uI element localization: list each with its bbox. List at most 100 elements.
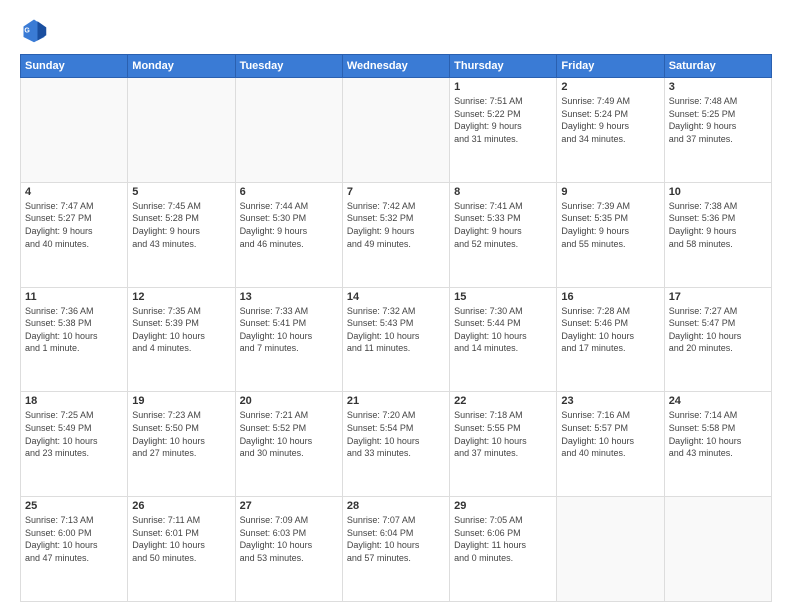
day-number: 10 [669,186,767,198]
day-info: Sunrise: 7:27 AM Sunset: 5:47 PM Dayligh… [669,305,767,355]
calendar-table: SundayMondayTuesdayWednesdayThursdayFrid… [20,54,772,602]
day-number: 6 [240,186,338,198]
day-number: 17 [669,291,767,303]
calendar-cell: 7 Sunrise: 7:42 AM Sunset: 5:32 PM Daylig… [342,182,449,287]
day-info: Sunrise: 7:09 AM Sunset: 6:03 PM Dayligh… [240,514,338,564]
day-info: Sunrise: 7:41 AM Sunset: 5:33 PM Dayligh… [454,200,552,250]
calendar-cell: 17 Sunrise: 7:27 AM Sunset: 5:47 PM Dayli… [664,287,771,392]
day-number: 11 [25,291,123,303]
day-number: 20 [240,395,338,407]
header: G [20,16,772,44]
day-number: 1 [454,81,552,93]
calendar-cell [21,78,128,183]
day-number: 7 [347,186,445,198]
calendar-header-row: SundayMondayTuesdayWednesdayThursdayFrid… [21,55,772,78]
day-info: Sunrise: 7:42 AM Sunset: 5:32 PM Dayligh… [347,200,445,250]
day-number: 27 [240,500,338,512]
day-number: 8 [454,186,552,198]
day-number: 12 [132,291,230,303]
day-number: 15 [454,291,552,303]
day-number: 3 [669,81,767,93]
day-number: 16 [561,291,659,303]
calendar-cell: 20Sunrise: 7:21 AM Sunset: 5:52 PM Dayli… [235,392,342,497]
day-number: 28 [347,500,445,512]
calendar-header-sunday: Sunday [21,55,128,78]
day-info: Sunrise: 7:05 AM Sunset: 6:06 PM Dayligh… [454,514,552,564]
day-info: Sunrise: 7:48 AM Sunset: 5:25 PM Dayligh… [669,95,767,145]
day-info: Sunrise: 7:30 AM Sunset: 5:44 PM Dayligh… [454,305,552,355]
calendar-cell: 29Sunrise: 7:05 AM Sunset: 6:06 PM Dayli… [450,497,557,602]
day-number: 13 [240,291,338,303]
day-number: 26 [132,500,230,512]
week-row-4: 18Sunrise: 7:25 AM Sunset: 5:49 PM Dayli… [21,392,772,497]
day-info: Sunrise: 7:13 AM Sunset: 6:00 PM Dayligh… [25,514,123,564]
day-info: Sunrise: 7:14 AM Sunset: 5:58 PM Dayligh… [669,409,767,459]
calendar-cell: 12 Sunrise: 7:35 AM Sunset: 5:39 PM Dayli… [128,287,235,392]
day-number: 9 [561,186,659,198]
week-row-1: 1 Sunrise: 7:51 AM Sunset: 5:22 PM Daylig… [21,78,772,183]
day-info: Sunrise: 7:45 AM Sunset: 5:28 PM Dayligh… [132,200,230,250]
calendar-cell: 28 Sunrise: 7:07 AM Sunset: 6:04 PM Dayli… [342,497,449,602]
calendar-cell [128,78,235,183]
day-number: 4 [25,186,123,198]
calendar-cell: 14Sunrise: 7:32 AM Sunset: 5:43 PM Dayli… [342,287,449,392]
calendar-cell: 21 Sunrise: 7:20 AM Sunset: 5:54 PM Dayli… [342,392,449,497]
week-row-5: 25 Sunrise: 7:13 AM Sunset: 6:00 PM Dayli… [21,497,772,602]
day-info: Sunrise: 7:11 AM Sunset: 6:01 PM Dayligh… [132,514,230,564]
calendar-cell [342,78,449,183]
calendar-cell: 4 Sunrise: 7:47 AM Sunset: 5:27 PM Daylig… [21,182,128,287]
day-info: Sunrise: 7:35 AM Sunset: 5:39 PM Dayligh… [132,305,230,355]
calendar-cell: 27 Sunrise: 7:09 AM Sunset: 6:03 PM Dayli… [235,497,342,602]
day-number: 19 [132,395,230,407]
page: G SundayMondayTuesdayWednesdayThursdayFr… [0,0,792,612]
calendar-cell: 2 Sunrise: 7:49 AM Sunset: 5:24 PM Daylig… [557,78,664,183]
day-number: 23 [561,395,659,407]
day-number: 21 [347,395,445,407]
svg-text:G: G [24,28,30,35]
day-number: 25 [25,500,123,512]
day-number: 24 [669,395,767,407]
day-info: Sunrise: 7:07 AM Sunset: 6:04 PM Dayligh… [347,514,445,564]
week-row-3: 11Sunrise: 7:36 AM Sunset: 5:38 PM Dayli… [21,287,772,392]
day-info: Sunrise: 7:32 AM Sunset: 5:43 PM Dayligh… [347,305,445,355]
day-info: Sunrise: 7:49 AM Sunset: 5:24 PM Dayligh… [561,95,659,145]
day-number: 22 [454,395,552,407]
logo: G [20,16,52,44]
day-info: Sunrise: 7:23 AM Sunset: 5:50 PM Dayligh… [132,409,230,459]
day-info: Sunrise: 7:28 AM Sunset: 5:46 PM Dayligh… [561,305,659,355]
calendar-cell: 16 Sunrise: 7:28 AM Sunset: 5:46 PM Dayli… [557,287,664,392]
calendar-cell: 8 Sunrise: 7:41 AM Sunset: 5:33 PM Daylig… [450,182,557,287]
day-info: Sunrise: 7:16 AM Sunset: 5:57 PM Dayligh… [561,409,659,459]
calendar-header-friday: Friday [557,55,664,78]
calendar-cell: 23 Sunrise: 7:16 AM Sunset: 5:57 PM Dayli… [557,392,664,497]
day-info: Sunrise: 7:18 AM Sunset: 5:55 PM Dayligh… [454,409,552,459]
calendar-cell [235,78,342,183]
calendar-header-saturday: Saturday [664,55,771,78]
day-number: 5 [132,186,230,198]
calendar-cell: 1 Sunrise: 7:51 AM Sunset: 5:22 PM Daylig… [450,78,557,183]
day-info: Sunrise: 7:25 AM Sunset: 5:49 PM Dayligh… [25,409,123,459]
day-info: Sunrise: 7:20 AM Sunset: 5:54 PM Dayligh… [347,409,445,459]
day-info: Sunrise: 7:39 AM Sunset: 5:35 PM Dayligh… [561,200,659,250]
day-info: Sunrise: 7:33 AM Sunset: 5:41 PM Dayligh… [240,305,338,355]
calendar-cell: 5 Sunrise: 7:45 AM Sunset: 5:28 PM Daylig… [128,182,235,287]
calendar-cell: 25 Sunrise: 7:13 AM Sunset: 6:00 PM Dayli… [21,497,128,602]
calendar-cell: 19 Sunrise: 7:23 AM Sunset: 5:50 PM Dayli… [128,392,235,497]
week-row-2: 4 Sunrise: 7:47 AM Sunset: 5:27 PM Daylig… [21,182,772,287]
day-info: Sunrise: 7:44 AM Sunset: 5:30 PM Dayligh… [240,200,338,250]
calendar-cell: 15 Sunrise: 7:30 AM Sunset: 5:44 PM Dayli… [450,287,557,392]
calendar-cell: 10Sunrise: 7:38 AM Sunset: 5:36 PM Dayli… [664,182,771,287]
calendar-header-thursday: Thursday [450,55,557,78]
day-info: Sunrise: 7:51 AM Sunset: 5:22 PM Dayligh… [454,95,552,145]
calendar-header-tuesday: Tuesday [235,55,342,78]
calendar-cell: 3 Sunrise: 7:48 AM Sunset: 5:25 PM Daylig… [664,78,771,183]
calendar-cell: 18Sunrise: 7:25 AM Sunset: 5:49 PM Dayli… [21,392,128,497]
day-info: Sunrise: 7:47 AM Sunset: 5:27 PM Dayligh… [25,200,123,250]
calendar-cell [664,497,771,602]
calendar-header-wednesday: Wednesday [342,55,449,78]
calendar-cell: 26 Sunrise: 7:11 AM Sunset: 6:01 PM Dayli… [128,497,235,602]
calendar-cell: 9 Sunrise: 7:39 AM Sunset: 5:35 PM Daylig… [557,182,664,287]
calendar-header-monday: Monday [128,55,235,78]
calendar-cell: 6 Sunrise: 7:44 AM Sunset: 5:30 PM Daylig… [235,182,342,287]
day-number: 2 [561,81,659,93]
